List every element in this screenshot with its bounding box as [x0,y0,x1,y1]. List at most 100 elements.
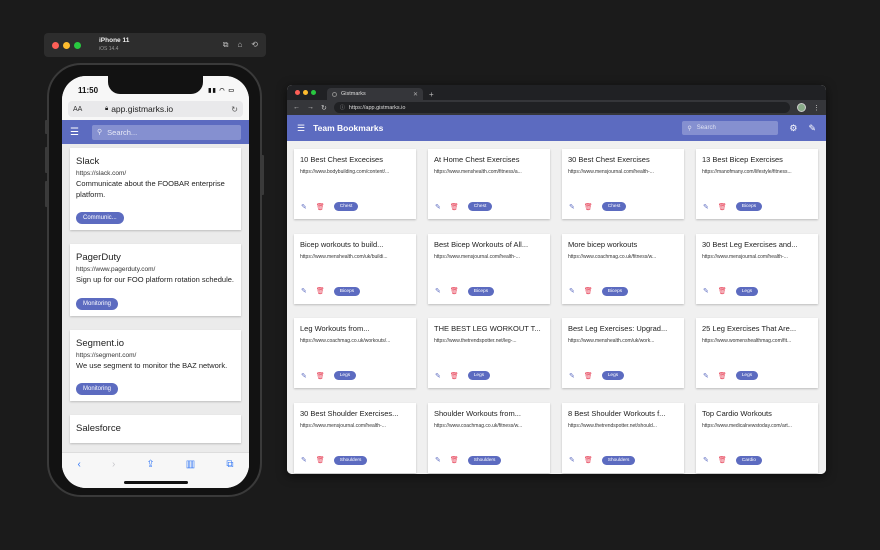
edit-pencil-icon[interactable]: ✎ [569,372,575,380]
bookmark-url[interactable]: https://manofmany.com/lifestyle/fitness.… [702,169,813,175]
site-info-icon[interactable]: ⓘ [340,104,345,111]
delete-trash-icon[interactable]: 🗑︎ [450,287,459,295]
list-item[interactable]: PagerDuty https://www.pagerduty.com/ Sig… [70,244,241,316]
tag-chip[interactable]: Monitoring [76,297,119,310]
bookmark-title[interactable]: THE BEST LEG WORKOUT T... [434,324,545,333]
new-tab-icon[interactable]: + [429,90,434,99]
tag-chip[interactable]: Monitoring [76,383,119,395]
share-icon[interactable]: ⇪ [146,459,154,470]
back-icon[interactable]: ‹ [78,459,81,470]
bookmark-url[interactable]: https://www.coachmag.co.uk/workouts/... [300,338,411,344]
bookmark-title[interactable]: Top Cardio Workouts [702,409,813,418]
tag-chip[interactable]: Chest [333,202,359,211]
tag-chip[interactable]: Chest [601,202,627,211]
delete-trash-icon[interactable]: 🗑︎ [316,372,325,380]
delete-trash-icon[interactable]: 🗑︎ [450,203,459,211]
tag-chip[interactable]: Shoulders [467,455,502,465]
search-input[interactable]: ⚲ Search [682,121,779,135]
bookmark-url[interactable]: https://www.womenshealthmag.com/fit... [702,338,813,344]
close-tab-icon[interactable]: ✕ [413,91,418,98]
list-item[interactable]: Segment.io https://segment.com/ We use s… [70,329,241,401]
bookmark-card[interactable]: Leg Workouts from... https://www.coachmag… [294,318,416,388]
delete-trash-icon[interactable]: 🗑︎ [316,456,325,464]
delete-trash-icon[interactable]: 🗑︎ [584,287,593,295]
tag-chip[interactable]: Cardio [735,455,762,465]
bookmark-url[interactable]: https://slack.com/ [76,170,235,177]
delete-trash-icon[interactable]: 🗑︎ [584,456,593,464]
edit-pencil-icon[interactable]: ✎ [569,287,575,295]
edit-pencil-icon[interactable]: ✎ [301,456,307,464]
delete-trash-icon[interactable]: 🗑︎ [718,287,727,295]
maximize-window-button[interactable] [74,41,81,49]
tabs-icon[interactable]: ⧉ [226,459,233,470]
tag-chip[interactable]: Legs [601,371,625,380]
bookmark-url[interactable]: https://www.coachmag.co.uk/fitness/w... [434,423,545,429]
tag-chip[interactable]: Legs [735,371,759,380]
bookmark-card[interactable]: 30 Best Shoulder Exercises... https://www… [294,402,416,473]
bookmark-title[interactable]: 25 Leg Exercises That Are... [702,324,813,333]
browser-tab[interactable]: Gistmarks ✕ [327,88,423,100]
tag-chip[interactable]: Shoulders [333,455,368,465]
bookmark-url[interactable]: https://www.medicalnewstoday.com/art... [702,423,813,429]
delete-trash-icon[interactable]: 🗑︎ [450,372,459,380]
bookmark-card[interactable]: 30 Best Chest Exercises https://www.mensj… [562,149,684,219]
tag-chip[interactable]: Chest [467,202,493,211]
tag-chip[interactable]: Legs [333,371,357,380]
close-window-button[interactable] [52,41,59,49]
bookmark-url[interactable]: https://www.thetrendspotter.net/should..… [568,423,679,429]
bookmark-url[interactable]: https://www.bodybuilding.com/content/... [300,169,411,175]
bookmark-title[interactable]: At Home Chest Exercises [434,155,545,164]
minimize-window-button[interactable] [303,90,308,95]
delete-trash-icon[interactable]: 🗑︎ [718,372,727,380]
bookmark-title[interactable]: 30 Best Shoulder Exercises... [300,409,411,418]
bookmark-title[interactable]: Best Bicep Workouts of All... [434,240,545,249]
home-indicator[interactable] [124,481,188,484]
address-bar[interactable]: ⓘ https://app.gistmarks.io [333,102,790,113]
bookmark-url[interactable]: https://www.menshealth.com/uk/work... [568,338,679,344]
list-item[interactable]: Slack https://slack.com/ Communicate abo… [70,148,241,230]
bookmark-card[interactable]: Best Leg Exercises: Upgrad... https://www… [562,318,684,388]
tag-chip[interactable]: Legs [467,371,491,380]
edit-pencil-icon[interactable]: ✎ [435,203,441,211]
tag-chip[interactable]: Legs [735,286,759,296]
bookmark-card[interactable]: 13 Best Bicep Exercises https://manofmany… [696,149,818,219]
bookmark-url[interactable]: https://www.menshealth.com/fitness/a... [434,169,545,175]
bookmark-url[interactable]: https://www.mensjournal.com/health-... [300,423,411,429]
bookmark-card[interactable]: Bicep workouts to build... https://www.me… [294,233,416,304]
bookmark-url[interactable]: https://www.menshealth.com/uk/buildi... [300,254,411,260]
hamburger-menu-icon[interactable]: ☰ [297,123,305,134]
maximize-window-button[interactable] [311,90,316,95]
list-item[interactable]: Salesforce [70,415,241,443]
screenshot-icon[interactable]: ⧉ [223,40,229,50]
tag-chip[interactable]: Biceps [601,286,629,296]
delete-trash-icon[interactable]: 🗑︎ [584,372,593,380]
reload-icon[interactable]: ↻ [321,104,327,112]
bookmark-url[interactable]: https://www.mensjournal.com/health-... [434,254,545,260]
bookmark-card[interactable]: At Home Chest Exercises https://www.mensh… [428,149,550,219]
bookmark-url[interactable]: https://www.pagerduty.com/ [76,266,235,273]
edit-pencil-icon[interactable]: ✎ [703,372,709,380]
bookmark-card[interactable]: More bicep workouts https://www.coachmag.… [562,233,684,304]
delete-trash-icon[interactable]: 🗑︎ [584,203,593,211]
bookmark-card[interactable]: THE BEST LEG WORKOUT T... https://www.the… [428,318,550,388]
tag-chip[interactable]: Communic... [76,212,124,224]
minimize-window-button[interactable] [63,41,70,49]
bookmark-title[interactable]: 30 Best Chest Exercises [568,155,679,164]
bookmark-title[interactable]: 30 Best Leg Exercises and... [702,240,813,249]
bookmark-title[interactable]: 13 Best Bicep Exercises [702,155,813,164]
delete-trash-icon[interactable]: 🗑︎ [718,456,727,464]
bookmark-card[interactable]: 8 Best Shoulder Workouts f... https://www… [562,402,684,473]
edit-pencil-icon[interactable]: ✎ [703,287,709,295]
delete-trash-icon[interactable]: 🗑︎ [450,456,459,464]
tag-chip[interactable]: Biceps [735,202,763,211]
edit-pencil-icon[interactable]: ✎ [301,287,307,295]
bookmark-card[interactable]: 30 Best Leg Exercises and... https://www.… [696,233,818,304]
delete-trash-icon[interactable]: 🗑︎ [316,287,325,295]
tag-chip[interactable]: Biceps [333,286,361,296]
delete-trash-icon[interactable]: 🗑︎ [316,203,325,211]
bookmark-title[interactable]: 8 Best Shoulder Workouts f... [568,409,679,418]
bookmark-url[interactable]: https://www.mensjournal.com/health-... [702,254,813,260]
bookmark-card[interactable]: 25 Leg Exercises That Are... https://www.… [696,318,818,388]
delete-trash-icon[interactable]: 🗑︎ [718,203,727,211]
edit-pencil-icon[interactable]: ✎ [569,456,575,464]
